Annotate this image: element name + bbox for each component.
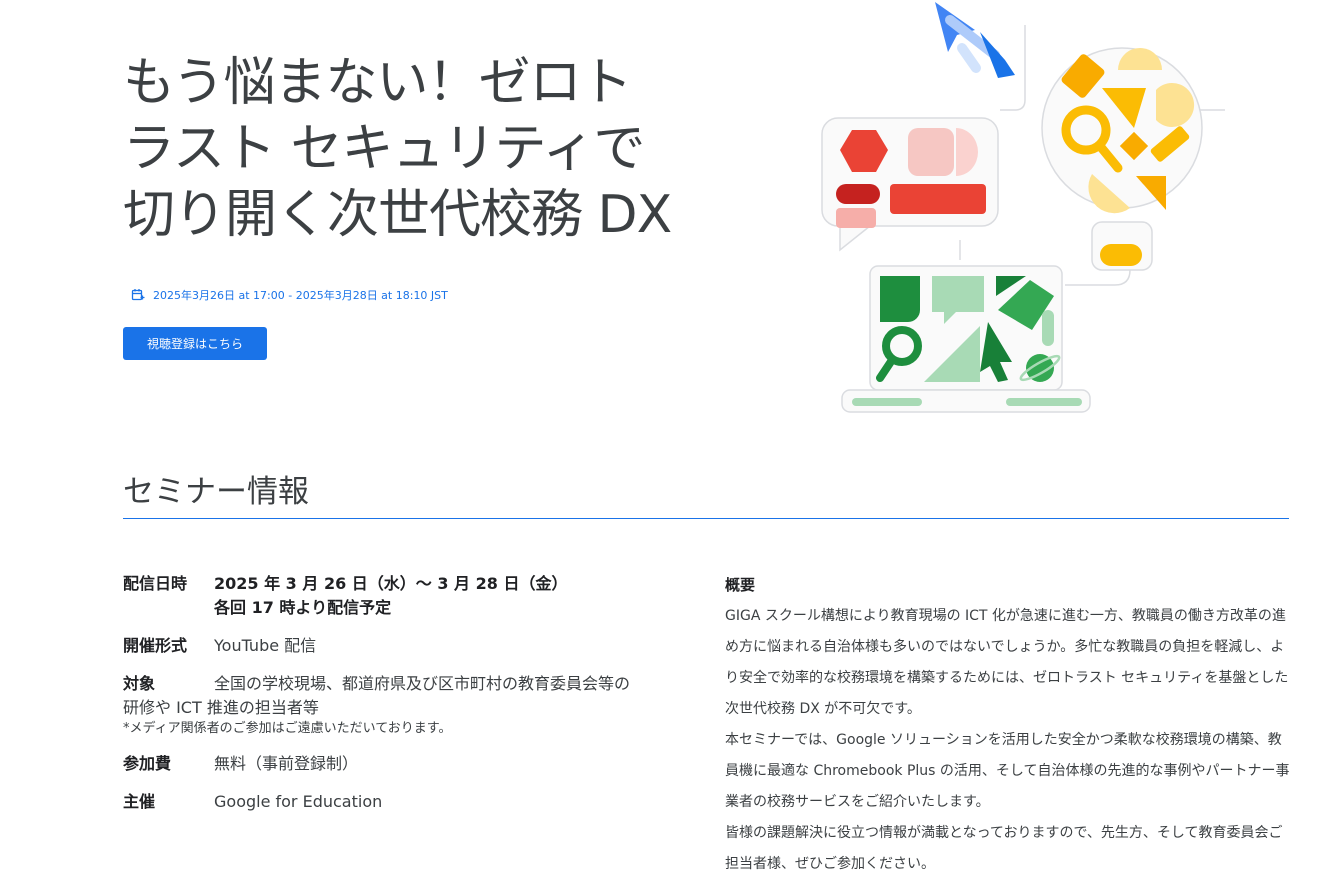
register-button[interactable]: 視聴登録はこちら bbox=[123, 327, 267, 360]
hero-title-line-3: 切り開く次世代校務 DX bbox=[123, 185, 672, 245]
overview-heading: 概要 bbox=[725, 576, 756, 594]
delivery-date-line-2: 各回 17 時より配信予定 bbox=[214, 598, 392, 617]
info-row-delivery-date: 配信日時 2025 年 3 月 26 日（水）～ 3 月 28 日（金） 各回 … bbox=[123, 572, 693, 620]
laptop-icon bbox=[841, 265, 1091, 413]
cursor-icon bbox=[935, 2, 1015, 78]
section-divider bbox=[123, 518, 1289, 519]
info-value: 無料（事前登録制） bbox=[214, 754, 359, 773]
info-row-format: 開催形式 YouTube 配信 bbox=[123, 634, 693, 658]
info-label: 対象 bbox=[123, 674, 156, 693]
delivery-date-line-1: 2025 年 3 月 26 日（水）～ 3 月 28 日（金） bbox=[214, 574, 568, 593]
info-label: 参加費 bbox=[123, 754, 172, 773]
info-row-organizer: 主催 Google for Education bbox=[123, 790, 693, 814]
target-line-2: 研修や ICT 推進の担当者等 bbox=[123, 698, 319, 717]
event-date-text: 2025年3月26日 at 17:00 - 2025年3月28日 at 18:1… bbox=[153, 289, 448, 302]
info-label: 主催 bbox=[123, 792, 156, 811]
overview-paragraph-2: 本セミナーでは、Google ソリューションを活用した安全かつ柔軟な校務環境の構… bbox=[725, 732, 1290, 810]
seminar-info-table: 配信日時 2025 年 3 月 26 日（水）～ 3 月 28 日（金） 各回 … bbox=[123, 572, 693, 828]
event-date: 2025年3月26日 at 17:00 - 2025年3月28日 at 18:1… bbox=[131, 287, 448, 303]
info-value: YouTube 配信 bbox=[214, 636, 317, 655]
hero-illustration bbox=[821, 2, 1225, 413]
hero-title-line-1: もう悩まない！ゼロト bbox=[123, 53, 632, 113]
info-row-target: 対象 全国の学校現場、都道府県及び区市町村の教育委員会等の 研修や ICT 推進の… bbox=[123, 672, 693, 738]
target-note: *メディア関係者のご参加はご遠慮いただいております。 bbox=[123, 721, 452, 736]
calendar-icon bbox=[131, 289, 145, 301]
overview-paragraph-1: GIGA スクール構想により教育現場の ICT 化が急速に進む一方、教職員の働き… bbox=[725, 608, 1289, 717]
lightbulb-icon bbox=[1041, 47, 1203, 271]
info-value: 2025 年 3 月 26 日（水）～ 3 月 28 日（金） 各回 17 時よ… bbox=[214, 572, 567, 620]
target-line-1: 全国の学校現場、都道府県及び区市町村の教育委員会等の bbox=[214, 674, 631, 693]
section-title: セミナー情報 bbox=[123, 474, 309, 510]
overview-section: 概要 GIGA スクール構想により教育現場の ICT 化が急速に進む一方、教職員… bbox=[725, 574, 1295, 880]
info-value: Google for Education bbox=[214, 792, 383, 811]
chat-bubble-icon bbox=[821, 117, 999, 252]
hero-title: もう悩まない！ゼロト ラスト セキュリティで 切り開く次世代校務 DX bbox=[123, 50, 723, 248]
overview-paragraph-3: 皆様の課題解決に役立つ情報が満載となっておりますので、先生方、そして教育委員会ご… bbox=[725, 825, 1283, 872]
info-label: 配信日時 bbox=[123, 574, 188, 593]
hero-title-line-2: ラスト セキュリティで bbox=[123, 119, 645, 179]
info-row-fee: 参加費 無料（事前登録制） bbox=[123, 752, 693, 776]
info-label: 開催形式 bbox=[123, 636, 188, 655]
